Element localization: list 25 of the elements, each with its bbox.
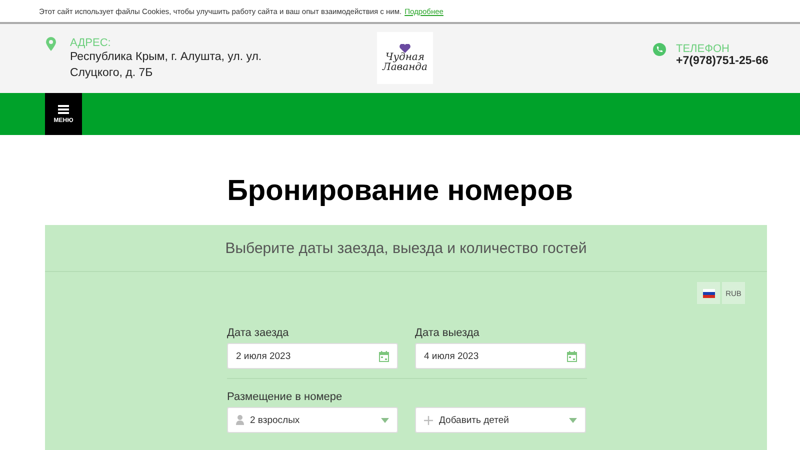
menu-icon: [58, 104, 69, 114]
date-label: Дата выезда: [415, 327, 480, 341]
guests-select[interactable]: 2 взрослых: [227, 407, 398, 433]
date-field[interactable]: 4 июля 2023: [415, 343, 586, 369]
booking-subtitle: Выберите даты заезда, выезда и количество гостей: [45, 225, 767, 272]
page-title: Бронирование номеров: [226, 174, 574, 209]
logo[interactable]: Чудная Лаванда: [377, 32, 433, 84]
flag-icon: [702, 288, 714, 298]
guests-select[interactable]: Добавить детей: [415, 407, 586, 433]
address-label: АДРЕС:: [70, 37, 112, 49]
person-icon: [236, 415, 244, 425]
placement-label: Размещение в номере: [227, 391, 344, 405]
calendar-icon: [379, 350, 389, 362]
language-button[interactable]: [697, 282, 720, 304]
phone-icon: [653, 43, 666, 56]
location-pin-icon: [46, 37, 56, 51]
date-field[interactable]: 2 июля 2023: [227, 343, 398, 369]
address-text: Республика Крым, г. Алушта, ул. ул. Слуцкого, д. 7Б: [70, 50, 263, 81]
date-label: Дата заезда: [227, 327, 290, 341]
plus-icon: [424, 416, 433, 424]
phone-number[interactable]: +7(978)751-25-66: [676, 55, 768, 67]
phone-label: ТЕЛЕФОН: [676, 43, 730, 55]
caret-icon: [569, 418, 577, 422]
caret-icon: [381, 418, 389, 422]
calendar-icon: [567, 350, 577, 362]
